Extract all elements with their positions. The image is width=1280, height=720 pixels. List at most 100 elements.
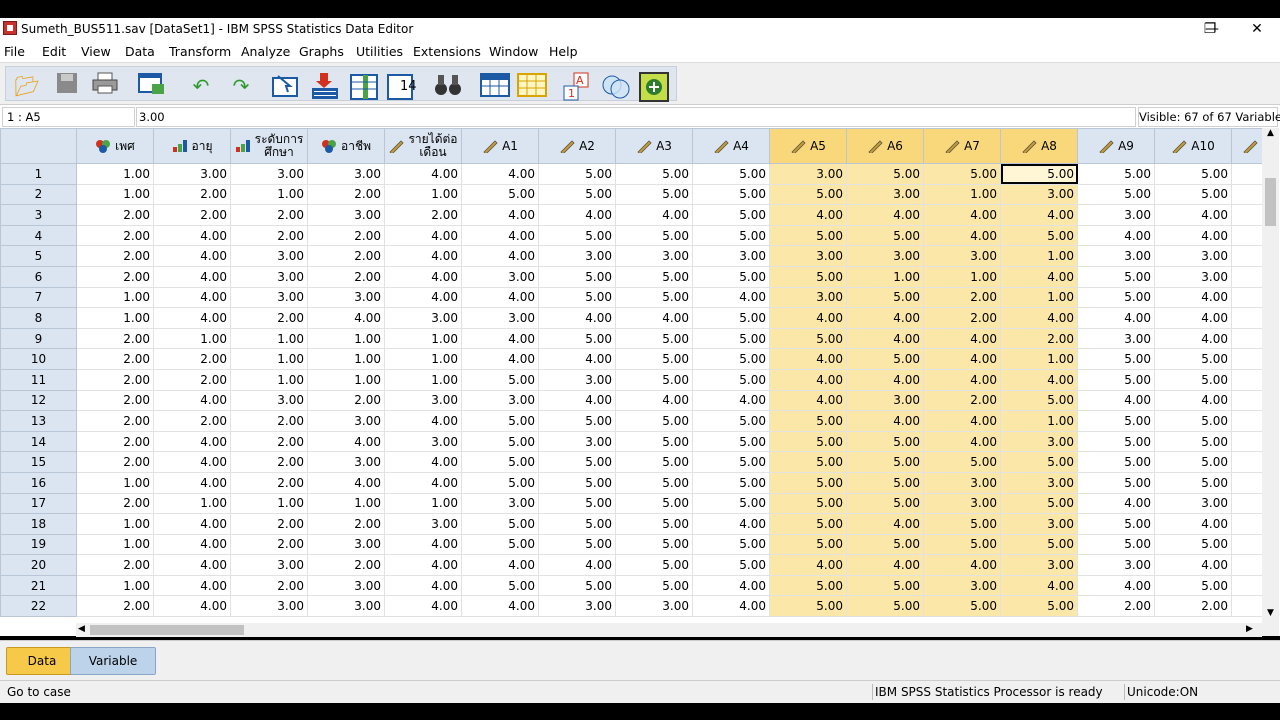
data-cell[interactable]: 4.00	[692, 574, 770, 597]
undo-icon[interactable]: ↶	[186, 72, 216, 100]
data-cell[interactable]: 4.00	[538, 204, 616, 226]
data-cell[interactable]: 3.00	[846, 183, 924, 206]
data-cell[interactable]: 4.00	[1154, 307, 1232, 329]
data-cell[interactable]: 5.00	[846, 163, 924, 185]
data-cell[interactable]: 4.00	[384, 410, 462, 432]
data-cell[interactable]: 3.00	[307, 574, 385, 597]
column-header-14[interactable]: A9	[1077, 128, 1155, 164]
data-cell[interactable]: 4.00	[461, 204, 539, 226]
data-cell[interactable]: 5.00	[538, 451, 616, 473]
data-cell[interactable]: 4.00	[384, 554, 462, 576]
data-cell[interactable]: 4.00	[846, 307, 924, 329]
data-cell[interactable]: 3.00	[307, 533, 385, 556]
data-cell[interactable]: 4.00	[153, 451, 231, 473]
data-cell[interactable]: 4.00	[1077, 224, 1155, 247]
data-cell[interactable]: 5.00	[538, 183, 616, 206]
data-cell[interactable]: 1.00	[76, 533, 154, 556]
data-cell[interactable]: 2.00	[307, 389, 385, 412]
data-cell[interactable]: 5.00	[769, 265, 847, 288]
data-cell[interactable]: 4.00	[153, 533, 231, 556]
data-cell[interactable]: 5.00	[1154, 368, 1232, 391]
find-icon[interactable]	[433, 72, 463, 100]
row-number[interactable]: 9	[0, 327, 77, 350]
data-cell[interactable]: 1.00	[76, 307, 154, 329]
data-cell[interactable]: 5.00	[1154, 348, 1232, 370]
scroll-up-icon[interactable]: ▲	[1265, 128, 1276, 140]
data-cell[interactable]: 5.00	[846, 595, 924, 618]
menu-window[interactable]: Window	[489, 44, 538, 59]
row-number[interactable]: 10	[0, 348, 77, 370]
data-cell[interactable]: 5.00	[692, 492, 770, 515]
data-cell[interactable]: 4.00	[153, 265, 231, 288]
print-icon[interactable]	[90, 72, 120, 100]
data-cell[interactable]: 4.00	[461, 595, 539, 618]
data-cell[interactable]: 2.00	[923, 389, 1001, 412]
data-cell[interactable]: 1.00	[76, 286, 154, 309]
data-cell[interactable]: 1.00	[1000, 286, 1078, 309]
data-cell[interactable]: 4.00	[846, 410, 924, 432]
row-number[interactable]: 12	[0, 389, 77, 412]
data-cell[interactable]: 4.00	[538, 348, 616, 370]
data-cell[interactable]: 5.00	[538, 492, 616, 515]
data-cell[interactable]: 5.00	[615, 430, 693, 453]
data-cell[interactable]: 3.00	[230, 265, 308, 288]
data-cell[interactable]: 5.00	[769, 451, 847, 473]
data-cell[interactable]: 3.00	[846, 245, 924, 267]
data-cell[interactable]: 2.00	[76, 348, 154, 370]
data-cell[interactable]: 3.00	[307, 595, 385, 618]
data-cell[interactable]: 3.00	[538, 245, 616, 267]
data-cell[interactable]: 4.00	[461, 245, 539, 267]
row-number[interactable]: 2	[0, 183, 77, 206]
column-header-4[interactable]: อาชีพ	[307, 128, 385, 164]
data-cell[interactable]: 2.00	[230, 410, 308, 432]
row-number[interactable]: 5	[0, 245, 77, 267]
data-cell[interactable]: 3.00	[1154, 492, 1232, 515]
column-header-8[interactable]: A3	[615, 128, 693, 164]
data-cell[interactable]: 5.00	[1154, 574, 1232, 597]
data-cell[interactable]: 5.00	[461, 533, 539, 556]
data-cell[interactable]: 5.00	[615, 554, 693, 576]
data-cell[interactable]: 2.00	[1000, 327, 1078, 350]
tab-variable-view[interactable]: Variable View	[70, 647, 156, 694]
data-cell[interactable]: 5.00	[769, 410, 847, 432]
data-cell[interactable]: 4.00	[1154, 389, 1232, 412]
data-cell[interactable]: 2.00	[307, 265, 385, 288]
data-cell[interactable]: 4.00	[1154, 204, 1232, 226]
menu-help[interactable]: Help	[549, 44, 578, 59]
column-header-5[interactable]: รายได้ต่อ เดือน	[384, 128, 462, 164]
data-cell[interactable]: 4.00	[615, 204, 693, 226]
menu-utilities[interactable]: Utilities	[356, 44, 403, 59]
data-cell[interactable]: 5.00	[538, 471, 616, 494]
data-cell[interactable]: 4.00	[384, 265, 462, 288]
data-cell[interactable]: 2.00	[153, 183, 231, 206]
data-cell[interactable]: 4.00	[1000, 265, 1078, 288]
data-cell[interactable]: 3.00	[615, 245, 693, 267]
data-cell[interactable]: 5.00	[615, 410, 693, 432]
data-cell[interactable]: 5.00	[538, 286, 616, 309]
column-header-12[interactable]: A7	[923, 128, 1001, 164]
data-cell[interactable]: 3.00	[615, 595, 693, 618]
data-cell[interactable]: 4.00	[153, 286, 231, 309]
data-cell[interactable]: 4.00	[384, 224, 462, 247]
data-cell[interactable]: 5.00	[769, 224, 847, 247]
data-cell[interactable]: 5.00	[538, 574, 616, 597]
data-cell[interactable]: 3.00	[538, 595, 616, 618]
data-cell[interactable]: 2.00	[76, 368, 154, 391]
data-cell[interactable]: 3.00	[538, 430, 616, 453]
data-cell[interactable]: 4.00	[1154, 554, 1232, 576]
data-cell[interactable]: 5.00	[846, 574, 924, 597]
data-cell[interactable]: 5.00	[615, 327, 693, 350]
data-cell[interactable]: 4.00	[384, 245, 462, 267]
row-number[interactable]: 22	[0, 595, 77, 618]
cell-value-input[interactable]: 3.00	[136, 107, 1136, 127]
data-cell[interactable]: 4.00	[384, 163, 462, 185]
data-cell[interactable]: 2.00	[230, 513, 308, 535]
data-cell[interactable]: 2.00	[153, 204, 231, 226]
data-cell[interactable]: 4.00	[461, 286, 539, 309]
menu-transform[interactable]: Transform	[169, 44, 231, 59]
data-cell[interactable]: 4.00	[1077, 574, 1155, 597]
data-cell[interactable]: 3.00	[1154, 265, 1232, 288]
data-cell[interactable]: 3.00	[1077, 327, 1155, 350]
row-number[interactable]: 21	[0, 574, 77, 597]
menu-extensions[interactable]: Extensions	[413, 44, 481, 59]
